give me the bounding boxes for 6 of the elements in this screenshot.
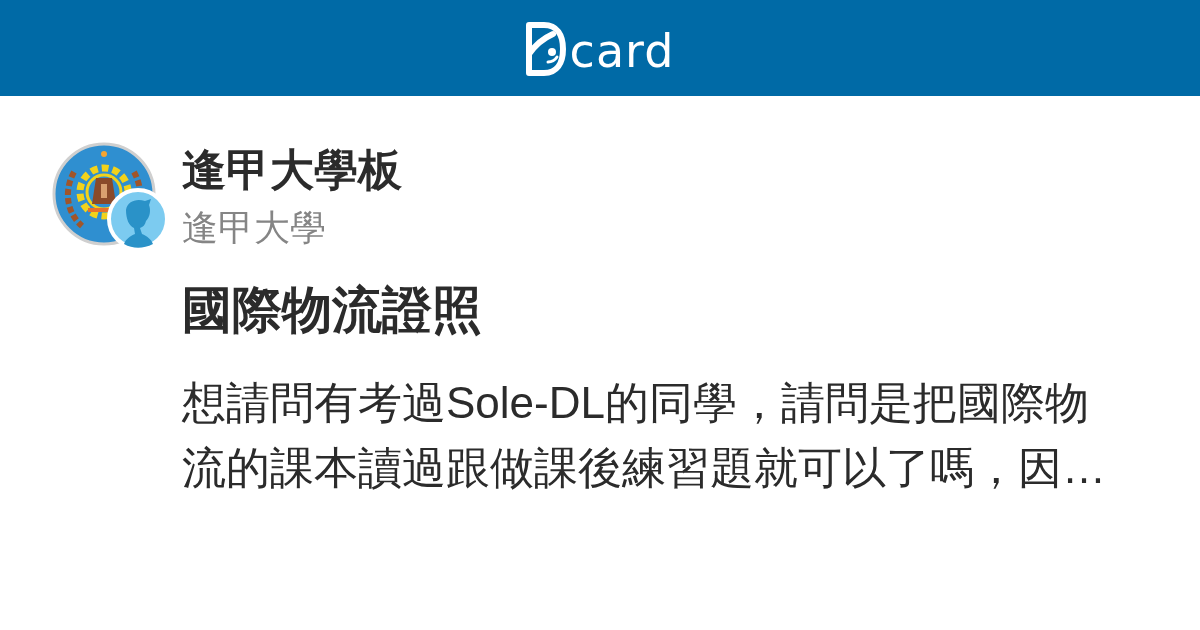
school-name: 逢甲大學 [182,206,326,250]
logo-text: card [569,26,675,76]
board-name[interactable]: 逢甲大學板 [182,142,402,198]
post-title: 國際物流證照 [182,281,482,340]
post-excerpt: 想請問有考過Sole-DL的同學，請問是把國際物流的課本讀過跟做課後練習題就可以了嗎，因… [182,377,1107,494]
logo-icon [525,22,566,76]
